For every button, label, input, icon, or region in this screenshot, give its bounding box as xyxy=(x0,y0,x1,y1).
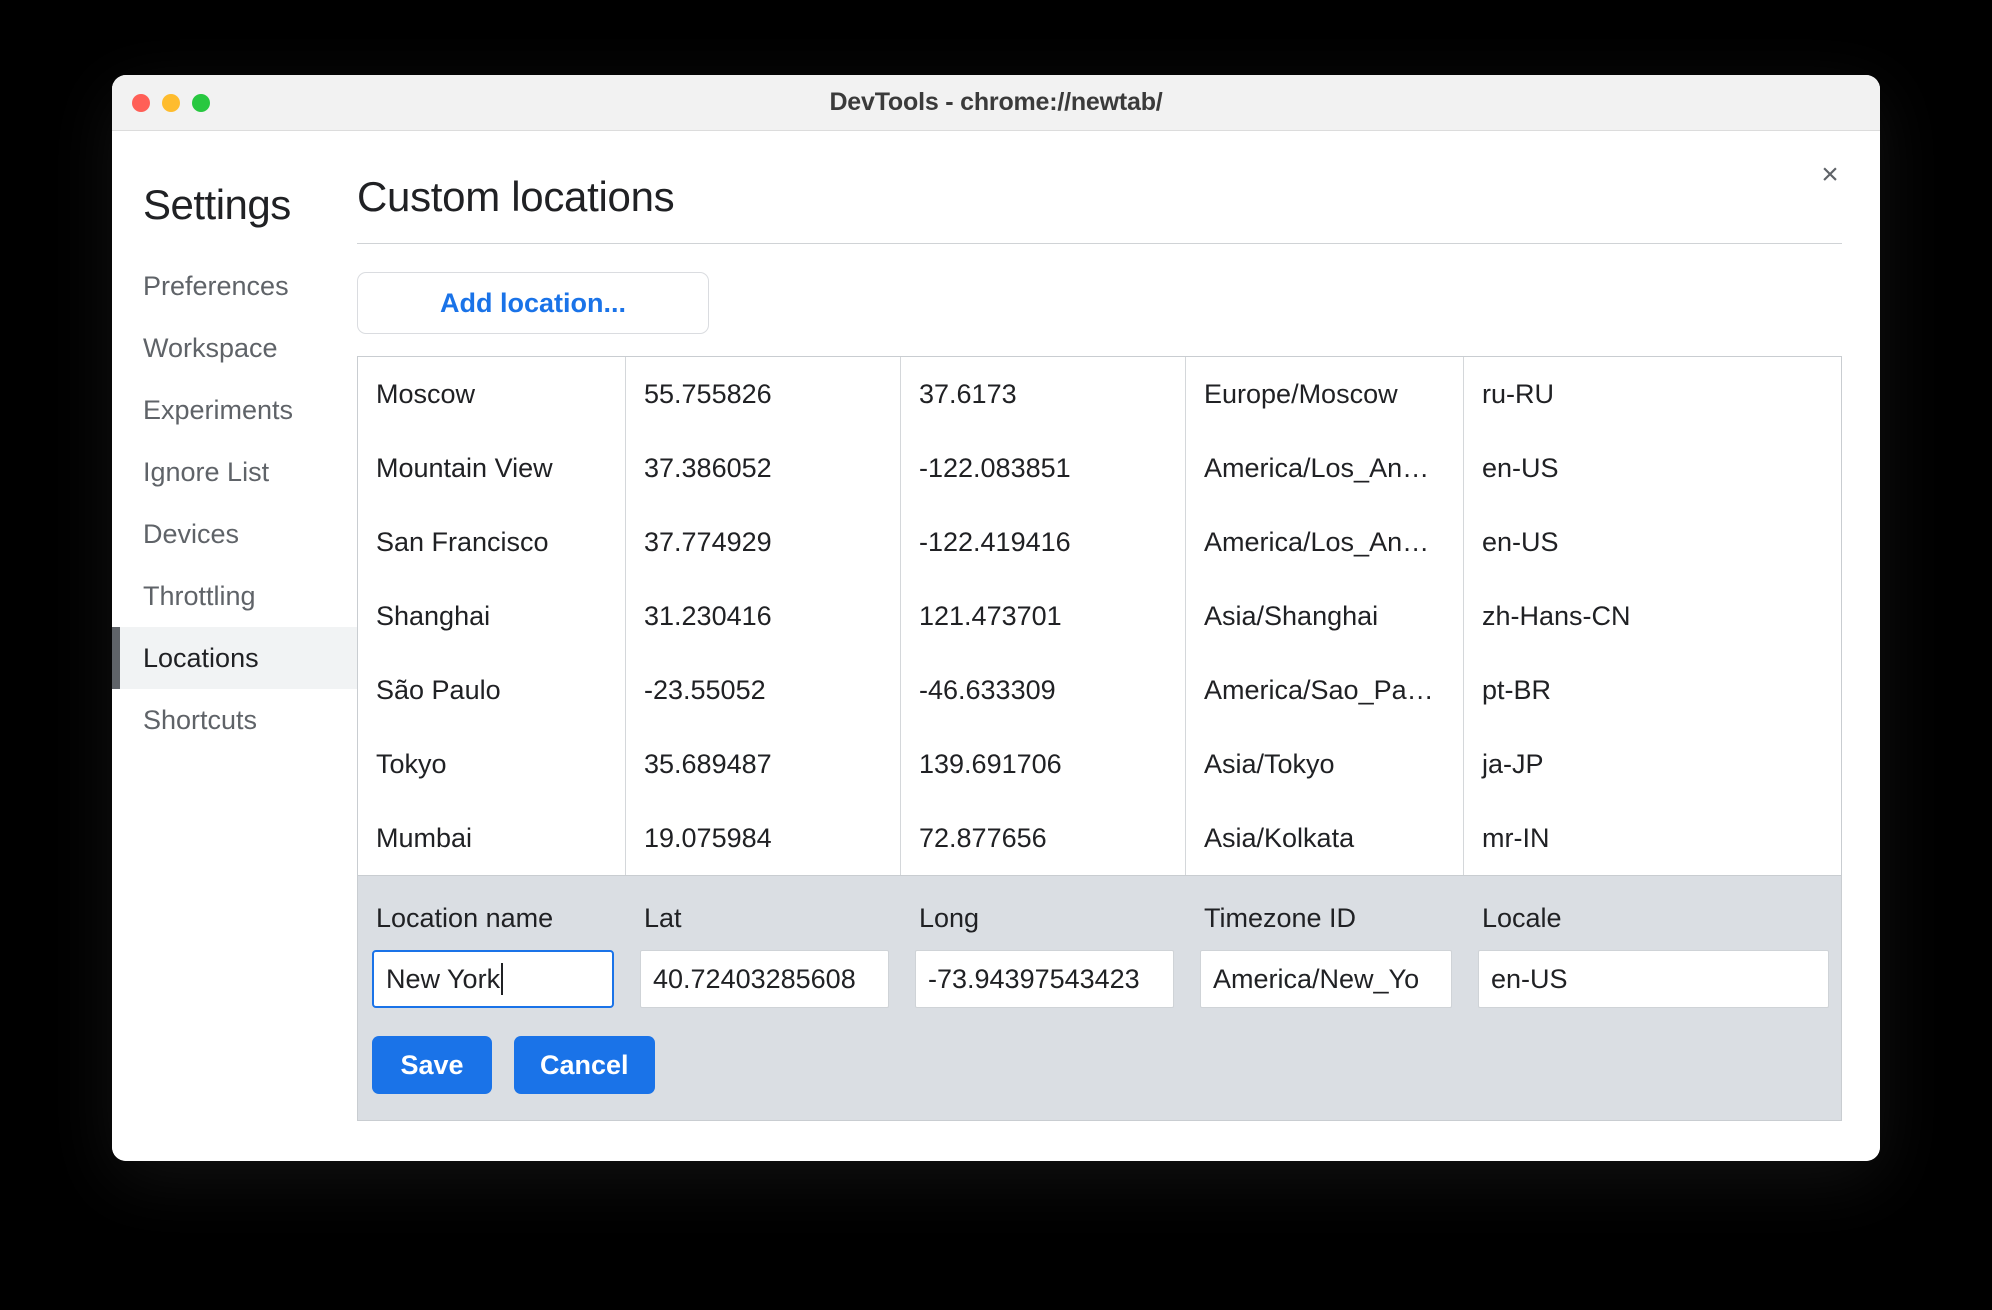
cell-locale: zh-Hans-CN xyxy=(1482,600,1631,631)
cell-lat: 37.774929 xyxy=(626,505,901,579)
column-header-locale: Locale xyxy=(1482,902,1562,933)
editor-column-headers: Location name Lat Long Timezone ID Local… xyxy=(358,876,1841,946)
cell-location-name: Mountain View xyxy=(358,431,626,505)
text-cursor xyxy=(501,963,504,995)
cell-location-name: Tokyo xyxy=(358,727,626,801)
close-window-icon[interactable] xyxy=(132,94,150,112)
location-editor: Location name Lat Long Timezone ID Local… xyxy=(358,875,1841,1120)
traffic-lights xyxy=(132,75,210,131)
cell-long: 37.6173 xyxy=(901,357,1186,431)
cell-location-name: Mumbai xyxy=(358,801,626,875)
cell-timezone: America/Sao_Pa… xyxy=(1186,653,1464,727)
window-title: DevTools - chrome://newtab/ xyxy=(829,88,1163,116)
cell-lat: 55.755826 xyxy=(626,357,901,431)
lat-input[interactable]: 40.72403285608 xyxy=(640,950,889,1008)
cell-lat: 37.386052 xyxy=(626,431,901,505)
cell-locale: en-US xyxy=(1482,526,1559,557)
cell-timezone: Asia/Tokyo xyxy=(1186,727,1464,801)
sidebar-item-label: Devices xyxy=(143,518,240,549)
location-name-value: New York xyxy=(386,963,501,994)
minimize-window-icon[interactable] xyxy=(162,94,180,112)
field-wrap-timezone-id: America/New_Yo xyxy=(1186,950,1464,1008)
settings-sidebar: Settings Preferences Workspace Experimen… xyxy=(112,165,357,1161)
cell-lat: 31.230416 xyxy=(626,579,901,653)
cancel-button[interactable]: Cancel xyxy=(514,1036,655,1094)
locations-grid: Moscow 55.755826 37.6173 Europe/Moscow r… xyxy=(358,357,1841,875)
long-input[interactable]: -73.94397543423 xyxy=(915,950,1174,1008)
cell-lat: -23.55052 xyxy=(626,653,901,727)
sidebar-item-ignore-list[interactable]: Ignore List xyxy=(112,441,357,503)
locations-panel: Custom locations Add location... Moscow … xyxy=(357,165,1880,1161)
cell-locale: ru-RU xyxy=(1482,378,1554,409)
add-location-button[interactable]: Add location... xyxy=(357,272,709,334)
cell-location-name: Moscow xyxy=(358,357,626,431)
add-location-row: Add location... xyxy=(357,244,1842,356)
screen: DevTools - chrome://newtab/ × Settings P… xyxy=(0,0,1992,1310)
sidebar-item-preferences[interactable]: Preferences xyxy=(112,255,357,317)
window-titlebar: DevTools - chrome://newtab/ xyxy=(112,75,1880,131)
sidebar-item-throttling[interactable]: Throttling xyxy=(112,565,357,627)
field-wrap-location-name: New York xyxy=(358,950,626,1008)
cell-long: -46.633309 xyxy=(901,653,1186,727)
sidebar-title: Settings xyxy=(143,181,291,228)
column-header-timezone-id: Timezone ID xyxy=(1204,902,1357,933)
cell-timezone: America/Los_An… xyxy=(1186,505,1464,579)
column-header-long: Long xyxy=(919,902,980,933)
custom-locations-table: Moscow 55.755826 37.6173 Europe/Moscow r… xyxy=(357,356,1842,1121)
devtools-window: DevTools - chrome://newtab/ × Settings P… xyxy=(112,75,1880,1161)
maximize-window-icon[interactable] xyxy=(192,94,210,112)
column-header-lat: Lat xyxy=(644,902,682,933)
editor-actions: Save Cancel xyxy=(358,1008,1841,1094)
cell-long: 139.691706 xyxy=(901,727,1186,801)
cell-timezone: Asia/Shanghai xyxy=(1186,579,1464,653)
sidebar-item-label: Preferences xyxy=(143,270,289,301)
sidebar-item-label: Throttling xyxy=(143,580,256,611)
cell-locale: mr-IN xyxy=(1482,822,1550,853)
sidebar-item-label: Shortcuts xyxy=(143,704,258,735)
cell-location-name: Shanghai xyxy=(358,579,626,653)
cell-locale: ja-JP xyxy=(1482,748,1544,779)
cell-location-name: San Francisco xyxy=(358,505,626,579)
column-header-location-name: Location name xyxy=(376,902,554,933)
sidebar-item-experiments[interactable]: Experiments xyxy=(112,379,357,441)
timezone-id-input[interactable]: America/New_Yo xyxy=(1200,950,1452,1008)
cell-long: -122.419416 xyxy=(901,505,1186,579)
save-button[interactable]: Save xyxy=(372,1036,492,1094)
field-wrap-lat: 40.72403285608 xyxy=(626,950,901,1008)
editor-input-row: New York 40.72403285608 -73.94397543423 … xyxy=(358,946,1841,1008)
settings-dialog: × Settings Preferences Workspace Experim… xyxy=(112,131,1880,1161)
cell-long: 121.473701 xyxy=(901,579,1186,653)
close-icon[interactable]: × xyxy=(1810,155,1850,195)
cell-lat: 19.075984 xyxy=(626,801,901,875)
locale-input[interactable]: en-US xyxy=(1478,950,1829,1008)
location-name-input[interactable]: New York xyxy=(372,950,614,1008)
cell-timezone: America/Los_An… xyxy=(1186,431,1464,505)
field-wrap-long: -73.94397543423 xyxy=(901,950,1186,1008)
field-wrap-locale: en-US xyxy=(1464,950,1841,1008)
sidebar-item-label: Experiments xyxy=(143,394,294,425)
sidebar-item-workspace[interactable]: Workspace xyxy=(112,317,357,379)
sidebar-item-label: Locations xyxy=(143,642,259,673)
sidebar-item-label: Ignore List xyxy=(143,456,270,487)
cell-locale: pt-BR xyxy=(1482,674,1552,705)
sidebar-item-label: Workspace xyxy=(143,332,278,363)
sidebar-item-devices[interactable]: Devices xyxy=(112,503,357,565)
cell-timezone: Europe/Moscow xyxy=(1186,357,1464,431)
sidebar-item-shortcuts[interactable]: Shortcuts xyxy=(112,689,357,751)
page-title: Custom locations xyxy=(357,173,675,220)
cell-long: -122.083851 xyxy=(901,431,1186,505)
sidebar-item-locations[interactable]: Locations xyxy=(112,627,357,689)
cell-lat: 35.689487 xyxy=(626,727,901,801)
cell-timezone: Asia/Kolkata xyxy=(1186,801,1464,875)
cell-location-name: São Paulo xyxy=(358,653,626,727)
cell-long: 72.877656 xyxy=(901,801,1186,875)
cell-locale: en-US xyxy=(1482,452,1559,483)
